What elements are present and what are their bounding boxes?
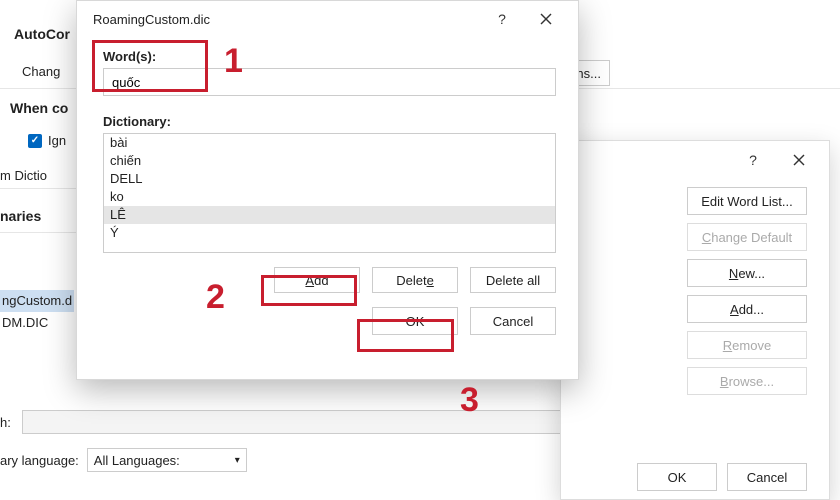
list-item[interactable]: DELL xyxy=(104,170,555,188)
bg-path-label: h: xyxy=(0,415,22,430)
list-item[interactable]: Ý xyxy=(104,224,555,242)
bg-divider-3 xyxy=(0,232,80,233)
bg-path-input xyxy=(22,410,580,434)
dlg-titlebar: RoamingCustom.dic ? xyxy=(77,1,578,37)
close-icon[interactable] xyxy=(524,4,568,34)
bg-change-label: Chang xyxy=(22,64,60,79)
dlg-okcancel-row: OK Cancel xyxy=(103,307,556,335)
dictionary-listbox[interactable]: bài chiến DELL ko LÊ Ý xyxy=(103,133,556,253)
bg-lang-value: All Languages: xyxy=(94,453,180,468)
bg-lang-dropdown[interactable]: All Languages: ▾ xyxy=(87,448,247,472)
dictionary-label: Dictionary: xyxy=(103,114,556,129)
cancel-button[interactable]: Cancel xyxy=(470,307,556,335)
bg-dict-row-1[interactable]: ngCustom.d xyxy=(0,290,74,312)
ignore-checkbox[interactable] xyxy=(28,134,42,148)
bg-ignore-label: Ign xyxy=(48,133,66,148)
bg-when-label: When co xyxy=(10,100,68,116)
list-item[interactable]: chiến xyxy=(104,152,555,170)
word-input[interactable] xyxy=(103,68,556,96)
close-icon[interactable] xyxy=(777,145,821,175)
delete-word-button[interactable]: Delete xyxy=(372,267,458,293)
bg-dictlist-fragment: ngCustom.d DM.DIC xyxy=(0,290,74,334)
bg-language-row: ary language: All Languages: ▾ xyxy=(0,448,247,472)
cdict-titlebar: ? xyxy=(561,141,829,179)
bg-path-row: h: xyxy=(0,410,580,434)
bg-autocorrect-label: AutoCor xyxy=(14,26,70,42)
change-default-button: Change Default xyxy=(687,223,807,251)
roaming-custom-dic-dialog: RoamingCustom.dic ? Word(s): Dictionary:… xyxy=(76,0,579,380)
ok-button[interactable]: OK xyxy=(372,307,458,335)
list-item[interactable]: ko xyxy=(104,188,555,206)
bg-dictionary-frag: m Dictio xyxy=(0,168,47,183)
add-word-button[interactable]: Add xyxy=(274,267,360,293)
cdict-ok-button[interactable]: OK xyxy=(637,463,717,491)
list-item[interactable]: LÊ xyxy=(104,206,555,224)
bg-dict-row-2[interactable]: DM.DIC xyxy=(0,312,74,334)
browse-button: Browse... xyxy=(687,367,807,395)
custom-dictionaries-dialog: ? Edit Word List... Change Default New..… xyxy=(560,140,830,500)
cdict-cancel-button[interactable]: Cancel xyxy=(727,463,807,491)
bg-divider-2 xyxy=(0,188,80,189)
dlg-title: RoamingCustom.dic xyxy=(93,12,480,27)
help-icon[interactable]: ? xyxy=(480,4,524,34)
chevron-down-icon: ▾ xyxy=(235,455,240,466)
list-item[interactable]: bài xyxy=(104,134,555,152)
delete-all-button[interactable]: Delete all xyxy=(470,267,556,293)
word-label: Word(s): xyxy=(103,49,556,64)
help-icon[interactable]: ? xyxy=(731,145,775,175)
add-dict-button[interactable]: Add... xyxy=(687,295,807,323)
remove-button: Remove xyxy=(687,331,807,359)
dict-action-row: Add Delete Delete all xyxy=(103,267,556,293)
new-button[interactable]: New... xyxy=(687,259,807,287)
cdict-buttons-column: Edit Word List... Change Default New... … xyxy=(561,179,829,395)
bg-naries-label: naries xyxy=(0,208,41,224)
bg-lang-label: ary language: xyxy=(0,453,79,468)
cdict-bottom-buttons: OK Cancel xyxy=(637,463,807,491)
edit-word-list-button[interactable]: Edit Word List... xyxy=(687,187,807,215)
